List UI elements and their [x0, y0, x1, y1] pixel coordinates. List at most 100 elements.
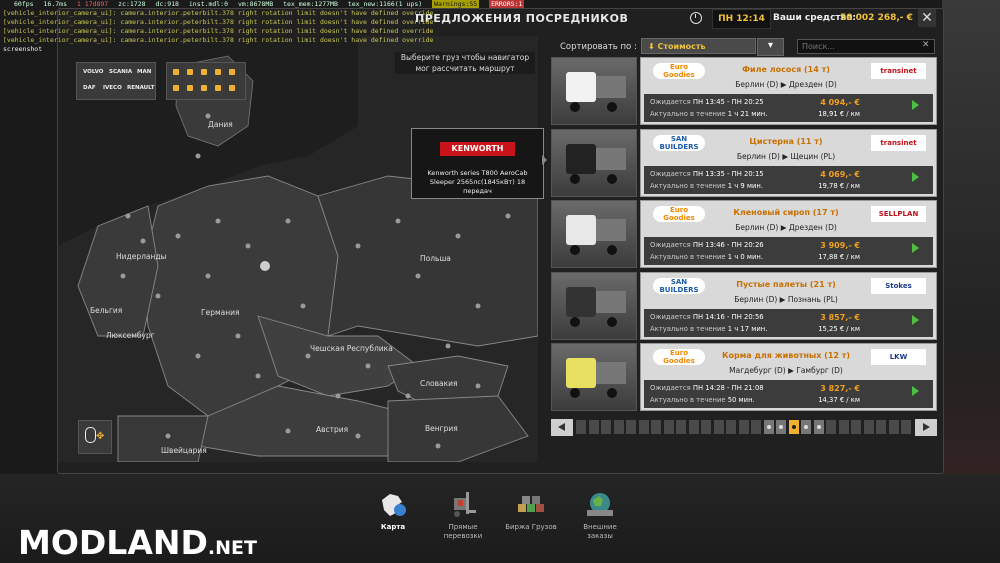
pager-page[interactable] — [751, 420, 761, 434]
pager-page[interactable] — [613, 420, 624, 434]
expected-value: ПН 13:35 - ПН 20:15 — [692, 170, 764, 178]
map-mouse-control-button[interactable]: ✥ — [78, 420, 112, 454]
pager-page[interactable] — [738, 420, 749, 434]
truck-thumbnail[interactable] — [551, 129, 637, 197]
sort-select[interactable]: ⬇ Стоимость — [641, 38, 756, 54]
pager-page[interactable] — [888, 420, 899, 434]
offer-row[interactable]: SAN BUILDERS Цистерна (11 т) Берлин (D) ▶ … — [551, 129, 937, 197]
cargo-name: Кленовый сироп (17 т) — [733, 208, 839, 217]
truck-tooltip: KENWORTH Kenworth series T800 AeroCab Sl… — [411, 128, 544, 199]
route: Магдебург (D) ▶ Гамбург (D) — [729, 366, 843, 375]
nav-direct-freight[interactable]: Прямые перевозки — [433, 490, 493, 541]
pager-prev-button[interactable] — [551, 419, 573, 436]
sort-label: Сортировать по : — [560, 42, 637, 52]
map-label-switzerland: Швейцария — [161, 446, 207, 455]
offer-price: 4 094,- € — [820, 98, 860, 107]
pager-page[interactable] — [851, 420, 861, 434]
tooltip-pointer — [542, 155, 547, 165]
receiver-company-logo: LKW — [871, 349, 926, 365]
offer-card[interactable]: SAN BUILDERS Пустые палеты (21 т) Берлин (… — [640, 272, 937, 340]
play-arrow-icon[interactable] — [912, 315, 919, 325]
close-button[interactable]: ✕ — [918, 9, 936, 27]
offer-details: Ожидается ПН 14:28 - ПН 21:08 Актуально в… — [644, 380, 933, 408]
debug-mem: 1 17d897 — [76, 0, 109, 8]
pager-page[interactable] — [776, 420, 786, 434]
truck-thumbnail[interactable] — [551, 343, 637, 411]
truck-thumbnail[interactable] — [551, 200, 637, 268]
pager-page[interactable] — [688, 420, 699, 434]
pager-page[interactable] — [651, 420, 661, 434]
pager-next-button[interactable] — [915, 419, 937, 436]
sender-company-logo: Euro Goodies — [653, 349, 705, 365]
offer-price: 3 909,- € — [820, 241, 860, 250]
pager-page[interactable] — [726, 420, 736, 434]
receiver-company-logo: SELLPLAN — [871, 206, 926, 222]
price-per-km: 19,78 € / км — [818, 182, 860, 190]
offer-card[interactable]: SAN BUILDERS Цистерна (11 т) Берлин (D) ▶ … — [640, 129, 937, 197]
pager-page[interactable] — [826, 420, 836, 434]
pager-page[interactable] — [701, 420, 711, 434]
offer-row[interactable]: Euro Goodies Филе лосося (14 т) Берлин (D)… — [551, 57, 937, 125]
play-arrow-icon[interactable] — [912, 100, 919, 110]
pager-page[interactable] — [838, 420, 849, 434]
expected-time: Ожидается ПН 13:45 - ПН 20:25 — [650, 98, 764, 106]
pager-page[interactable] — [676, 420, 686, 434]
receiver-company-logo: Stokes — [871, 278, 926, 294]
truck-thumbnail[interactable] — [551, 272, 637, 340]
kenworth-logo: KENWORTH — [440, 142, 515, 156]
pager-page[interactable] — [713, 420, 724, 434]
pager-page[interactable] — [876, 420, 886, 434]
nav-external-contracts[interactable]: Внешние заказы — [570, 490, 630, 541]
offer-row[interactable]: SAN BUILDERS Пустые палеты (21 т) Берлин (… — [551, 272, 937, 340]
pager-page[interactable] — [763, 420, 774, 434]
play-arrow-icon[interactable] — [912, 172, 919, 182]
pager-page[interactable] — [626, 420, 636, 434]
pager-page[interactable] — [588, 420, 599, 434]
pager-page[interactable] — [813, 420, 824, 434]
truck-wheel — [607, 174, 617, 184]
clock-icon — [690, 12, 702, 24]
debug-errors: ERRORS:1 — [489, 0, 525, 8]
sender-company-logo: Euro Goodies — [653, 63, 705, 79]
truck-cab — [566, 358, 596, 388]
game-time: ПН 12:14 — [712, 9, 771, 29]
expected-time: Ожидается ПН 14:16 - ПН 20:56 — [650, 313, 764, 321]
sort-down-arrow-icon: ⬇ — [648, 42, 658, 51]
offer-row[interactable]: Euro Goodies Корма для животных (12 т) Маг… — [551, 343, 937, 411]
expected-label: Ожидается — [650, 170, 691, 178]
debug-fps: 60fps — [14, 0, 34, 8]
play-arrow-icon[interactable] — [912, 243, 919, 253]
valid-value: 1 ч 0 мин. — [727, 253, 764, 261]
pager-page[interactable] — [576, 420, 586, 434]
pager-page[interactable] — [663, 420, 674, 434]
search-clear-icon[interactable]: ✕ — [922, 40, 930, 50]
play-arrow-icon[interactable] — [912, 386, 919, 396]
debug-frame-ms: 16.7ms — [43, 0, 67, 8]
sort-dropdown-button[interactable]: ▾ — [757, 38, 784, 56]
pager-page[interactable] — [601, 420, 611, 434]
nav-map[interactable]: Карта — [363, 490, 423, 532]
mouse-icon — [85, 427, 96, 443]
truck-cab — [566, 144, 596, 174]
cargo-type-filter[interactable] — [166, 62, 246, 100]
offer-card[interactable]: Euro Goodies Корма для животных (12 т) Маг… — [640, 343, 937, 411]
pager-page[interactable] — [901, 420, 911, 434]
truck-brand-filter[interactable]: VOLVO SCANIA MAN DAF IVECO RENAULT — [76, 62, 156, 100]
search-input[interactable] — [797, 39, 935, 54]
pager-page[interactable] — [638, 420, 649, 434]
pager-page[interactable] — [801, 420, 811, 434]
offer-row[interactable]: Euro Goodies Кленовый сироп (17 т) Берлин … — [551, 200, 937, 268]
truck-wheel — [607, 317, 617, 327]
price-per-km: 14,37 € / км — [818, 396, 860, 404]
offer-card[interactable]: Euro Goodies Филе лосося (14 т) Берлин (D)… — [640, 57, 937, 125]
truck-body — [596, 362, 626, 384]
pager-page[interactable] — [863, 420, 874, 434]
offer-card[interactable]: Euro Goodies Кленовый сироп (17 т) Берлин … — [640, 200, 937, 268]
expected-label: Ожидается — [650, 241, 691, 249]
nav-freight-market[interactable]: Биржа Грузов — [501, 490, 561, 532]
sort-value: Стоимость — [657, 42, 706, 51]
truck-thumbnail[interactable] — [551, 57, 637, 125]
pager-page-current[interactable] — [788, 420, 799, 434]
map-label-netherlands: Нидерланды — [116, 252, 167, 261]
valid-value: 1 ч 9 мин. — [727, 182, 764, 190]
